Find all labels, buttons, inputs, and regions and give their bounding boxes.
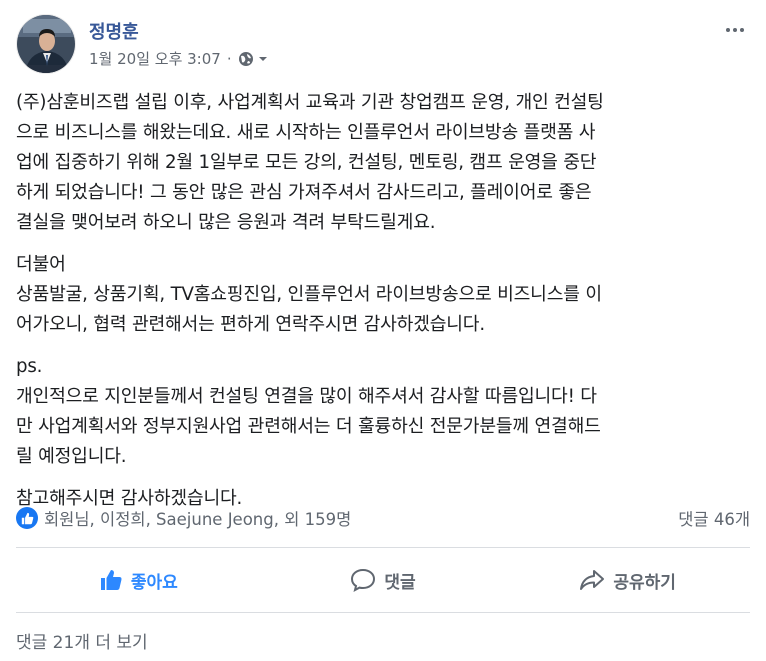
divider (16, 612, 750, 613)
separator-dot: · (226, 49, 232, 68)
reactions-summary[interactable]: 회원님, 이정희, Saejune Jeong, 외 159명 (16, 506, 351, 530)
like-label: 좋아요 (130, 572, 178, 593)
like-button[interactable]: 좋아요 (16, 548, 261, 612)
view-more-comments-link[interactable]: 댓글 21개 더 보기 (16, 628, 148, 653)
avatar[interactable] (16, 14, 76, 74)
post-meta: 1월 20일 오후 3:07 · (89, 48, 268, 69)
thumbs-up-icon (100, 570, 122, 590)
more-options-button[interactable] (720, 20, 750, 40)
like-reaction-icon (16, 507, 38, 529)
author-name[interactable]: 정명훈 (89, 18, 139, 44)
caret-down-icon[interactable] (258, 54, 268, 64)
share-button[interactable]: 공유하기 (505, 548, 750, 612)
action-bar: 좋아요 댓글 공유하기 (16, 548, 750, 612)
post-paragraph: (주)삼훈비즈랩 설립 이후, 사업계획서 교육과 기관 창업캠프 운영, 개인… (16, 92, 604, 233)
comment-button[interactable]: 댓글 (261, 548, 506, 612)
post-paragraph: 더불어 상품발굴, 상품기획, TV홈쇼핑진입, 인플루언서 라이브방송으로 비… (16, 254, 602, 335)
globe-icon[interactable] (238, 51, 254, 67)
timestamp[interactable]: 1월 20일 오후 3:07 (89, 48, 221, 69)
comment-icon (351, 568, 376, 592)
post-body: (주)삼훈비즈랩 설립 이후, 사업계획서 교육과 기관 창업캠프 운영, 개인… (16, 88, 750, 526)
more-dot-icon (733, 28, 737, 32)
more-dot-icon (726, 28, 730, 32)
reactions-text: 회원님, 이정희, Saejune Jeong, 외 159명 (44, 510, 352, 529)
comment-count[interactable]: 댓글 46개 (678, 506, 750, 530)
post-paragraph: ps. 개인적으로 지인분들께서 컨설팅 연결을 많이 해주셔서 감사할 따름입… (16, 356, 601, 467)
share-label: 공유하기 (613, 572, 676, 593)
profile-photo (17, 15, 75, 73)
more-dot-icon (740, 28, 744, 32)
post-header: 정명훈 1월 20일 오후 3:07 · (16, 14, 750, 76)
comment-label: 댓글 (384, 572, 416, 593)
facebook-post: 정명훈 1월 20일 오후 3:07 · (주)삼훈비즈랩 설립 이후, 사업계… (0, 0, 766, 661)
reactions-summary-row: 회원님, 이정희, Saejune Jeong, 외 159명 댓글 46개 (16, 505, 750, 531)
share-icon (580, 570, 605, 590)
